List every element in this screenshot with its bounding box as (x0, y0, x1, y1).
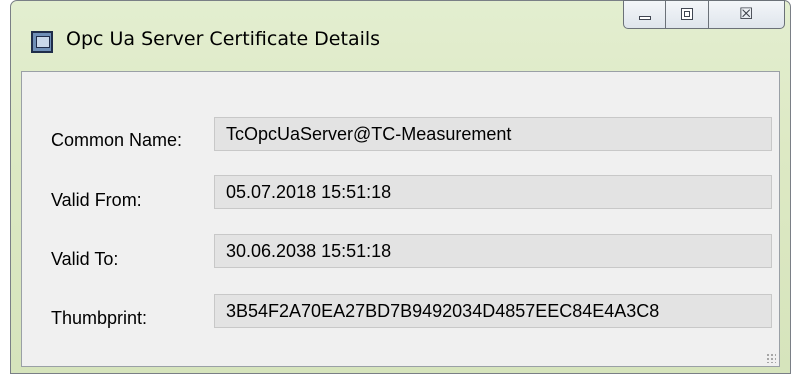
thumbprint-field[interactable]: 3B54F2A70EA27BD7B9492034D4857EEC84E4A3C8 (214, 294, 772, 328)
window-title: Opc Ua Server Certificate Details (66, 28, 381, 50)
valid-to-label: Valid To: (51, 249, 119, 269)
common-name-field[interactable]: TcOpcUaServer@TC-Measurement (214, 117, 772, 151)
valid-to-field[interactable]: 30.06.2038 15:51:18 (214, 234, 772, 268)
valid-from-label: Valid From: (51, 190, 142, 210)
caption-buttons: ☒ (623, 0, 785, 29)
minimize-button[interactable] (623, 0, 666, 29)
valid-from-field[interactable]: 05.07.2018 15:51:18 (214, 175, 772, 209)
resize-grip[interactable] (766, 353, 776, 363)
certificate-details-window: Opc Ua Server Certificate Details ☒ Comm… (10, 0, 791, 374)
client-area: Common Name: TcOpcUaServer@TC-Measuremen… (21, 71, 780, 367)
common-name-label: Common Name: (51, 130, 183, 150)
maximize-icon (681, 8, 693, 20)
certificate-window-icon (31, 31, 53, 53)
minimize-icon (639, 16, 651, 20)
thumbprint-label: Thumbprint: (51, 308, 148, 328)
maximize-button[interactable] (666, 0, 709, 29)
title-bar[interactable]: Opc Ua Server Certificate Details ☒ (11, 0, 790, 63)
close-icon: ☒ (739, 4, 754, 23)
close-button[interactable]: ☒ (709, 0, 785, 29)
